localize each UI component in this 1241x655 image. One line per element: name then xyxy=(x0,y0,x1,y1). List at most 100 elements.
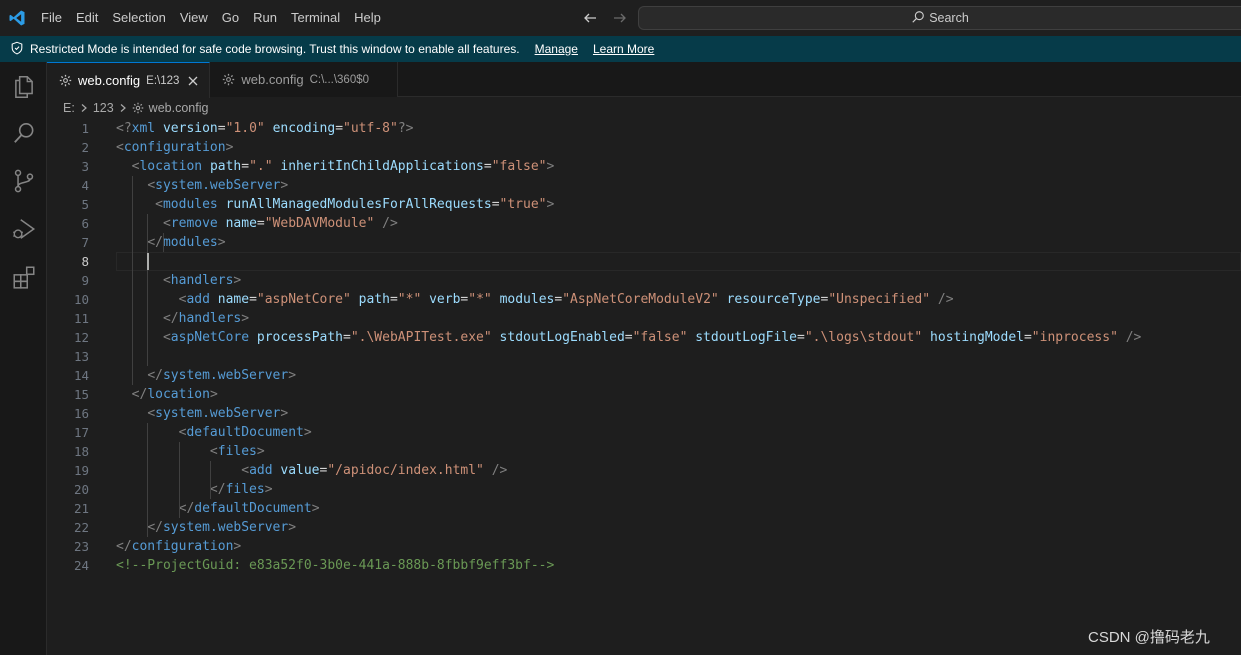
navigation-arrows xyxy=(580,8,630,28)
code-line[interactable]: 15 </location> xyxy=(47,385,1241,404)
code-line[interactable]: 6 <remove name="WebDAVModule" /> xyxy=(47,214,1241,233)
tab-label: web.config xyxy=(241,72,304,87)
indent-guide xyxy=(162,233,164,252)
indent-guide xyxy=(209,461,211,499)
line-code: <location path="." inheritInChildApplica… xyxy=(131,159,555,174)
code-line[interactable]: 10 <add name="aspNetCore" path="*" verb=… xyxy=(47,290,1241,309)
code-line[interactable]: 8 xyxy=(47,252,1241,271)
line-number: 20 xyxy=(73,482,89,497)
line-code: <defaultDocument> xyxy=(178,425,312,440)
manage-link[interactable]: Manage xyxy=(535,42,578,56)
code-line[interactable]: 4 <system.webServer> xyxy=(47,176,1241,195)
tab-label: web.config xyxy=(78,73,141,88)
search-label: Search xyxy=(929,11,969,25)
explorer-icon[interactable] xyxy=(0,64,47,110)
breadcrumb-folder[interactable]: 123 xyxy=(93,101,114,115)
line-number: 4 xyxy=(81,178,89,193)
code-line[interactable]: 13 xyxy=(47,347,1241,366)
code-line[interactable]: 1 <?xml version="1.0" encoding="utf-8"?> xyxy=(47,119,1241,138)
code-line[interactable]: 23 </configuration> xyxy=(47,537,1241,556)
breadcrumb-drive[interactable]: E: xyxy=(63,101,75,115)
gear-icon xyxy=(222,73,235,86)
code-line[interactable]: 22 </system.webServer> xyxy=(47,518,1241,537)
line-code: </files> xyxy=(209,482,273,497)
learn-more-link[interactable]: Learn More xyxy=(593,42,654,56)
code-line[interactable]: 3 <location path="." inheritInChildAppli… xyxy=(47,157,1241,176)
code-line[interactable]: 14 </system.webServer> xyxy=(47,366,1241,385)
breadcrumb-file[interactable]: web.config xyxy=(149,101,209,115)
line-code: <aspNetCore processPath=".\WebAPITest.ex… xyxy=(162,330,1142,345)
vscode-logo-icon xyxy=(0,0,34,36)
extensions-icon[interactable] xyxy=(0,254,47,300)
source-control-icon[interactable] xyxy=(0,158,47,204)
shield-icon xyxy=(10,41,24,58)
line-number: 7 xyxy=(81,235,89,250)
search-icon[interactable] xyxy=(0,110,47,156)
line-number: 17 xyxy=(73,425,89,440)
code-line[interactable]: 12 <aspNetCore processPath=".\WebAPITest… xyxy=(47,328,1241,347)
forward-arrow-icon[interactable] xyxy=(610,8,630,28)
close-icon[interactable] xyxy=(187,75,199,87)
menu-help[interactable]: Help xyxy=(347,0,388,36)
line-code: <modules runAllManagedModulesForAllReque… xyxy=(155,197,555,212)
line-number: 15 xyxy=(73,387,89,402)
watermark: CSDN @撸码老九 xyxy=(1088,629,1210,646)
tab-web-config-active[interactable]: web.config E:\123 xyxy=(47,62,211,98)
command-center-search[interactable]: Search xyxy=(638,6,1241,30)
menu-edit[interactable]: Edit xyxy=(69,0,105,36)
code-line[interactable]: 16 <system.webServer> xyxy=(47,404,1241,423)
code-line[interactable]: 2 <configuration> xyxy=(47,138,1241,157)
line-number: 5 xyxy=(81,197,89,212)
line-code: <handlers> xyxy=(162,273,242,288)
code-line[interactable]: 20 </files> xyxy=(47,480,1241,499)
line-number: 14 xyxy=(73,368,89,383)
code-line[interactable]: 11 </handlers> xyxy=(47,309,1241,328)
line-number: 10 xyxy=(73,292,89,307)
tab-web-config-inactive[interactable]: web.config C:\...\360$0 xyxy=(210,62,399,97)
menu-run[interactable]: Run xyxy=(246,0,284,36)
line-number: 8 xyxy=(81,254,89,269)
indent-guide xyxy=(147,214,149,366)
run-debug-icon[interactable] xyxy=(0,206,47,252)
line-number: 3 xyxy=(81,159,89,174)
line-code: <!--ProjectGuid: e83a52f0-3b0e-441a-888b… xyxy=(116,558,555,573)
line-code: <system.webServer> xyxy=(147,406,289,421)
line-code: <remove name="WebDAVModule" /> xyxy=(162,216,398,231)
chevron-right-icon xyxy=(79,103,89,113)
menu-terminal[interactable]: Terminal xyxy=(284,0,347,36)
line-number: 22 xyxy=(73,520,89,535)
line-number: 11 xyxy=(73,311,89,326)
line-code: <?xml version="1.0" encoding="utf-8"?> xyxy=(116,121,414,136)
code-line[interactable]: 7 </modules> xyxy=(47,233,1241,252)
line-code: </configuration> xyxy=(116,539,242,554)
current-line-highlight xyxy=(116,252,1241,271)
line-code: </system.webServer> xyxy=(147,520,297,535)
line-number: 1 xyxy=(81,121,89,136)
line-number: 13 xyxy=(73,349,89,364)
line-code: <configuration> xyxy=(116,140,234,155)
menu-file[interactable]: File xyxy=(34,0,69,36)
back-arrow-icon[interactable] xyxy=(580,8,600,28)
line-number: 6 xyxy=(81,216,89,231)
editor-tabs: web.config E:\123 web.config C:\...\360$… xyxy=(47,62,1241,98)
indent-guide xyxy=(178,442,180,518)
code-line[interactable]: 24 <!--ProjectGuid: e83a52f0-3b0e-441a-88… xyxy=(47,556,1241,575)
line-number: 24 xyxy=(73,558,89,573)
indent-guide xyxy=(131,176,133,385)
code-line[interactable]: 18 <files> xyxy=(47,442,1241,461)
code-line[interactable]: 19 <add value="/apidoc/index.html" /> xyxy=(47,461,1241,480)
line-number: 9 xyxy=(81,273,89,288)
code-line[interactable]: 21 </defaultDocument> xyxy=(47,499,1241,518)
menu-selection[interactable]: Selection xyxy=(105,0,172,36)
code-editor[interactable]: 1 <?xml version="1.0" encoding="utf-8"?> 2… xyxy=(47,119,1241,655)
code-line[interactable]: 17 <defaultDocument> xyxy=(47,423,1241,442)
line-code: </system.webServer> xyxy=(147,368,297,383)
line-number: 18 xyxy=(73,444,89,459)
menu-view[interactable]: View xyxy=(173,0,215,36)
code-line[interactable]: 9 <handlers> xyxy=(47,271,1241,290)
line-code: </handlers> xyxy=(162,311,250,326)
title-bar: File Edit Selection View Go Run Terminal… xyxy=(0,0,1241,36)
chevron-right-icon xyxy=(118,103,128,113)
menu-go[interactable]: Go xyxy=(215,0,246,36)
code-line[interactable]: 5 <modules runAllManagedModulesForAllReq… xyxy=(47,195,1241,214)
